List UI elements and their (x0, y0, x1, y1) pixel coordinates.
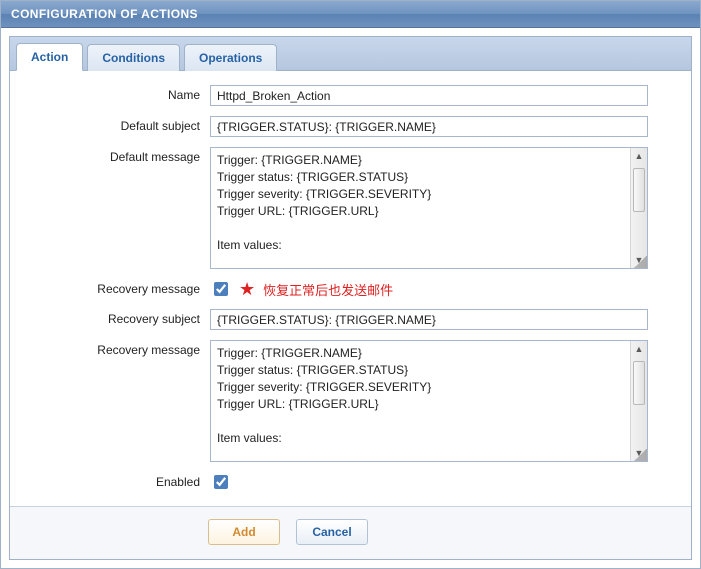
label-recovery-message: Recovery message (22, 340, 210, 357)
name-input[interactable] (210, 85, 648, 106)
label-recovery-subject: Recovery subject (22, 309, 210, 326)
default-subject-input[interactable] (210, 116, 648, 137)
enabled-checkbox[interactable] (214, 475, 228, 489)
recovery-message-checkbox[interactable] (214, 282, 228, 296)
scrollbar[interactable]: ▲ ▼ (630, 341, 647, 461)
recovery-message-textarea[interactable]: Trigger: {TRIGGER.NAME} Trigger status: … (210, 340, 648, 462)
tab-conditions[interactable]: Conditions (87, 44, 180, 71)
panel-title: CONFIGURATION OF ACTIONS (1, 1, 700, 28)
label-recovery-checkbox: Recovery message (22, 279, 210, 296)
star-icon: ★ (239, 280, 255, 298)
form-area: Name Default subject Default message (10, 71, 691, 506)
inner-panel: Action Conditions Operations Name (9, 36, 692, 560)
row-recovery-checkbox: Recovery message ★ 恢复正常后也发送邮件 (22, 279, 679, 299)
recovery-subject-input[interactable] (210, 309, 648, 330)
cancel-button[interactable]: Cancel (296, 519, 368, 545)
scroll-thumb[interactable] (633, 361, 645, 405)
tab-action[interactable]: Action (16, 43, 83, 71)
row-default-message: Default message Trigger: {TRIGGER.NAME} … (22, 147, 679, 269)
scroll-up-icon[interactable]: ▲ (631, 148, 647, 164)
row-name: Name (22, 85, 679, 106)
tab-operations[interactable]: Operations (184, 44, 277, 71)
resize-grip-icon[interactable] (633, 449, 647, 461)
tab-label: Operations (199, 51, 262, 65)
scroll-thumb[interactable] (633, 168, 645, 212)
row-default-subject: Default subject (22, 116, 679, 137)
add-button[interactable]: Add (208, 519, 280, 545)
default-message-content: Trigger: {TRIGGER.NAME} Trigger status: … (211, 148, 630, 268)
button-label: Cancel (312, 525, 351, 539)
row-recovery-message: Recovery message Trigger: {TRIGGER.NAME}… (22, 340, 679, 462)
label-name: Name (22, 85, 210, 102)
config-actions-panel: CONFIGURATION OF ACTIONS Action Conditio… (0, 0, 701, 569)
label-default-message: Default message (22, 147, 210, 164)
scroll-up-icon[interactable]: ▲ (631, 341, 647, 357)
resize-grip-icon[interactable] (633, 256, 647, 268)
recovery-note: 恢复正常后也发送邮件 (263, 280, 393, 299)
footer: Add Cancel (10, 506, 691, 559)
default-message-textarea[interactable]: Trigger: {TRIGGER.NAME} Trigger status: … (210, 147, 648, 269)
tab-label: Action (31, 50, 68, 64)
tabs-bar: Action Conditions Operations (10, 37, 691, 71)
row-recovery-subject: Recovery subject (22, 309, 679, 330)
label-default-subject: Default subject (22, 116, 210, 133)
row-enabled: Enabled (22, 472, 679, 492)
button-label: Add (232, 525, 255, 539)
tab-label: Conditions (102, 51, 165, 65)
label-enabled: Enabled (22, 472, 210, 489)
scrollbar[interactable]: ▲ ▼ (630, 148, 647, 268)
recovery-message-content: Trigger: {TRIGGER.NAME} Trigger status: … (211, 341, 630, 461)
panel-body: Action Conditions Operations Name (1, 28, 700, 568)
